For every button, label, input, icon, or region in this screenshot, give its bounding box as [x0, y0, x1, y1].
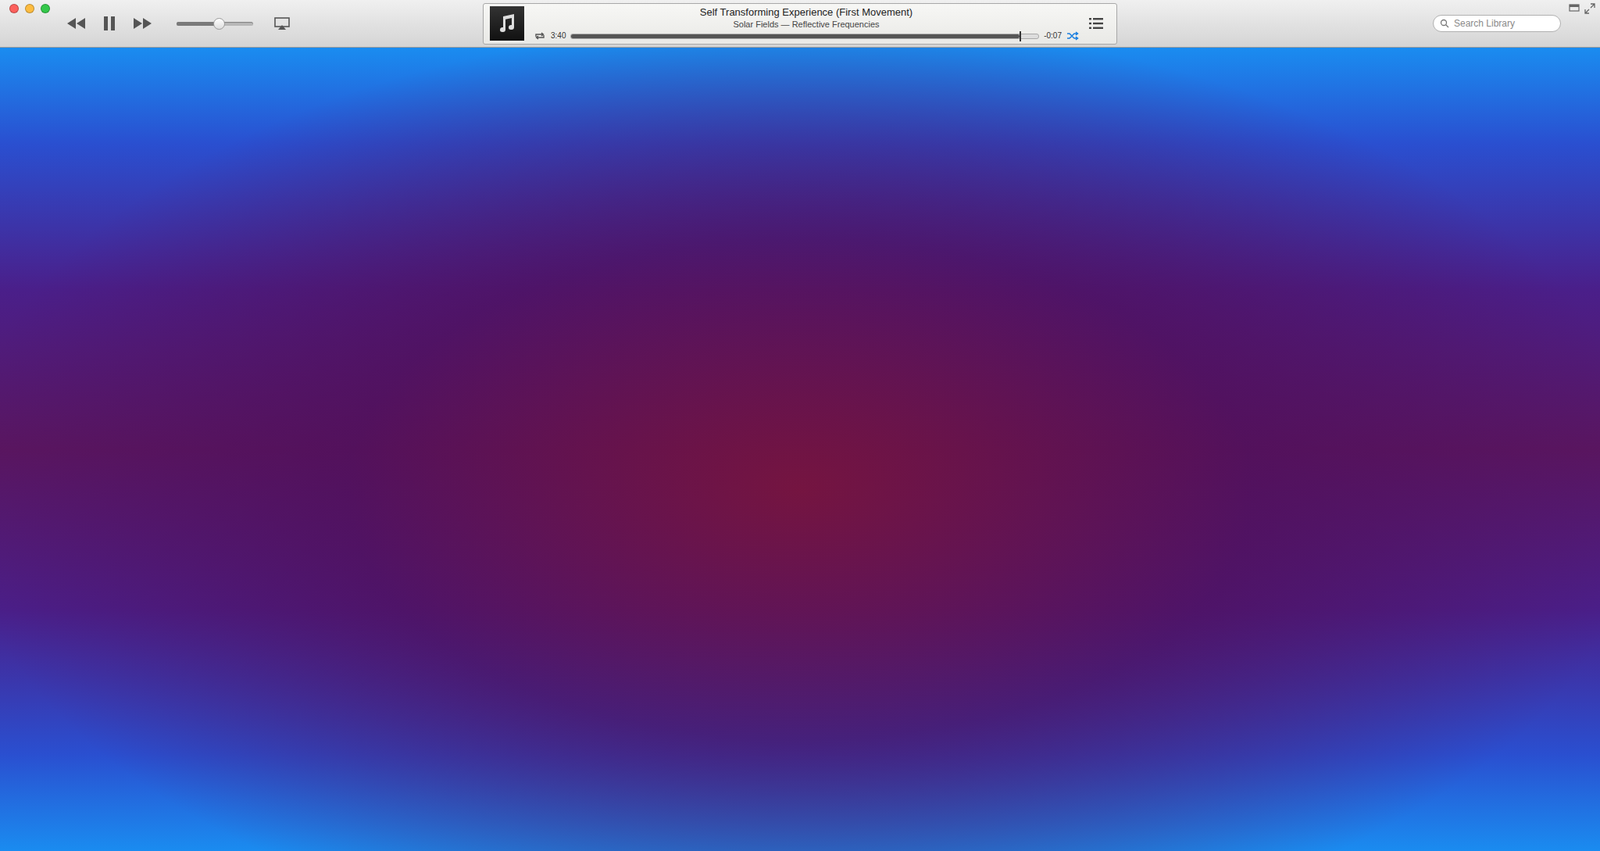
visualizer: [0, 47, 1600, 851]
zoom-button[interactable]: [40, 3, 50, 14]
fast-forward-icon[interactable]: [131, 16, 154, 31]
repeat-icon[interactable]: [533, 31, 547, 41]
track-title: Self Transforming Experience (First Move…: [700, 6, 913, 19]
close-button[interactable]: [9, 3, 19, 14]
now-playing-display: Self Transforming Experience (First Move…: [482, 3, 1118, 45]
search-field[interactable]: [1432, 14, 1561, 33]
progress-fill: [571, 34, 1020, 39]
window-mode-buttons: [1568, 3, 1596, 15]
progress-bar[interactable]: [570, 33, 1040, 40]
fullscreen-icon[interactable]: [1584, 3, 1596, 15]
mini-player-icon[interactable]: [1568, 3, 1580, 13]
search-input[interactable]: [1453, 17, 1554, 29]
track-artist-album: Solar Fields — Reflective Frequencies: [732, 18, 879, 30]
volume-slider[interactable]: [176, 17, 254, 30]
toolbar: Self Transforming Experience (First Move…: [0, 0, 1600, 48]
volume-knob[interactable]: [213, 17, 225, 30]
volume-fill: [176, 21, 219, 26]
volume-track: [176, 21, 254, 26]
elapsed-time: 3:40: [550, 31, 566, 41]
itunes-window: Self Transforming Experience (First Move…: [0, 0, 1600, 851]
shuffle-icon[interactable]: [1066, 31, 1079, 41]
up-next-list-icon[interactable]: [1088, 16, 1104, 31]
album-art: [489, 6, 525, 41]
progress-row: 3:40 -0:07: [533, 31, 1079, 41]
minimize-button[interactable]: [25, 3, 35, 14]
pause-icon[interactable]: [101, 14, 118, 33]
playhead[interactable]: [1019, 31, 1022, 42]
window-controls: [9, 3, 50, 14]
right-controls: [1117, 0, 1600, 47]
airplay-icon[interactable]: [273, 16, 291, 31]
left-controls: [0, 0, 483, 47]
search-icon: [1439, 18, 1451, 29]
music-note-icon: [495, 11, 519, 36]
track-info: Self Transforming Experience (First Move…: [533, 6, 1079, 41]
remaining-time: -0:07: [1043, 31, 1062, 41]
rewind-icon[interactable]: [65, 16, 88, 31]
